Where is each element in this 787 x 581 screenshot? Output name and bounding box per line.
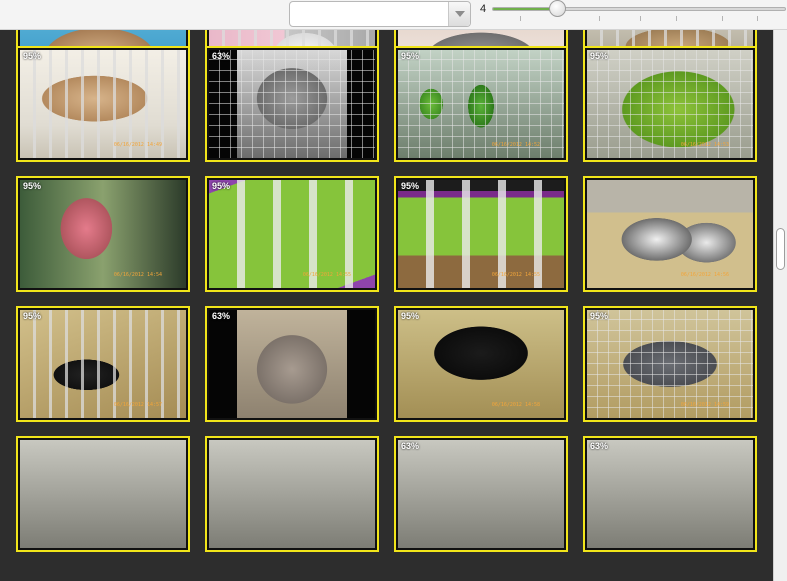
photo-date-stamp: 06/16/2012 14:52 bbox=[491, 142, 540, 148]
photo-thumbnail[interactable] bbox=[16, 436, 190, 552]
toolbar: 4 bbox=[0, 0, 787, 30]
zoom-slider-fill bbox=[493, 8, 558, 10]
photo-date-stamp: 06/16/2012 14:59 bbox=[680, 402, 729, 408]
photo-date-stamp: 06/16/2012 14:56 bbox=[680, 272, 729, 278]
photo-thumbnail[interactable]: 95% 06/16/2012 14:52 bbox=[394, 46, 568, 162]
photo-thumbnail[interactable]: 95% 06/16/2012 14:59 bbox=[583, 306, 757, 422]
photo-date-stamp: 06/16/2012 14:57 bbox=[113, 402, 162, 408]
match-percentage-label: 63% bbox=[212, 51, 231, 61]
photo-date-stamp: 06/16/2012 14:58 bbox=[491, 402, 540, 408]
match-percentage-label: 63% bbox=[401, 441, 420, 451]
photo-thumbnail[interactable]: 63% bbox=[394, 436, 568, 552]
match-percentage-label: 63% bbox=[590, 441, 609, 451]
match-percentage-label: 95% bbox=[23, 51, 42, 61]
search-combo-box[interactable] bbox=[289, 1, 471, 27]
scrollbar-thumb[interactable] bbox=[776, 228, 785, 270]
zoom-slider[interactable] bbox=[492, 7, 786, 11]
zoom-tick bbox=[757, 16, 758, 21]
photo-date-stamp: 06/16/2012 14:49 bbox=[113, 142, 162, 148]
photo-thumbnail[interactable] bbox=[205, 436, 379, 552]
photo-thumbnail[interactable]: 95% 06/16/2012 14:55 bbox=[205, 176, 379, 292]
match-percentage-label: 95% bbox=[212, 181, 231, 191]
zoom-slider-thumb[interactable] bbox=[548, 0, 566, 17]
cage-overlay bbox=[209, 50, 375, 158]
match-percentage-label: 95% bbox=[401, 181, 420, 191]
photo-thumbnail[interactable]: 95% 06/16/2012 14:49 bbox=[16, 46, 190, 162]
zoom-tick bbox=[520, 16, 521, 21]
photo-thumbnail[interactable]: 95% 06/16/2012 14:55 bbox=[394, 176, 568, 292]
chevron-down-icon bbox=[454, 11, 465, 17]
photo-thumbnail[interactable]: 95% 06/16/2012 14:57 bbox=[16, 306, 190, 422]
photo-date-stamp: 06/16/2012 14:55 bbox=[302, 272, 351, 278]
photo-date-stamp: 06/16/2012 14:55 bbox=[491, 272, 540, 278]
photo-date-stamp: 06/16/2012 14:53 bbox=[680, 142, 729, 148]
zoom-tick bbox=[640, 16, 641, 21]
photo-thumbnail[interactable]: 63% bbox=[205, 306, 379, 422]
photo-image bbox=[587, 440, 753, 548]
photo-image bbox=[209, 50, 375, 158]
zoom-tick bbox=[722, 16, 723, 21]
zoom-tick bbox=[599, 16, 600, 21]
match-percentage-label: 95% bbox=[23, 311, 42, 321]
photo-thumbnail[interactable]: 06/16/2012 14:56 bbox=[583, 176, 757, 292]
match-percentage-label: 63% bbox=[212, 311, 231, 321]
photo-image bbox=[20, 440, 186, 548]
photo-thumbnail[interactable]: 63% bbox=[583, 436, 757, 552]
photo-image bbox=[209, 440, 375, 548]
zoom-level-label: 4 bbox=[480, 3, 487, 15]
zoom-tick bbox=[676, 16, 677, 21]
match-percentage-label: 95% bbox=[590, 51, 609, 61]
match-percentage-label: 95% bbox=[401, 51, 420, 61]
vertical-scrollbar[interactable] bbox=[773, 30, 787, 581]
photo-thumbnail[interactable]: 63% bbox=[205, 46, 379, 162]
photo-thumbnail[interactable]: 95% 06/16/2012 14:54 bbox=[16, 176, 190, 292]
thumbnail-viewport[interactable]: 95%06/16/2012 14:4595%06/16/2012 14:4595… bbox=[0, 30, 773, 581]
photo-image bbox=[398, 440, 564, 548]
match-percentage-label: 95% bbox=[23, 181, 42, 191]
photo-date-stamp: 06/16/2012 14:54 bbox=[113, 272, 162, 278]
photo-thumbnail[interactable]: 95% 06/16/2012 14:58 bbox=[394, 306, 568, 422]
photo-thumbnail[interactable]: 95% 06/16/2012 14:53 bbox=[583, 46, 757, 162]
match-percentage-label: 95% bbox=[401, 311, 420, 321]
photo-image bbox=[209, 310, 375, 418]
combo-dropdown-button[interactable] bbox=[448, 2, 470, 26]
match-percentage-label: 95% bbox=[590, 311, 609, 321]
